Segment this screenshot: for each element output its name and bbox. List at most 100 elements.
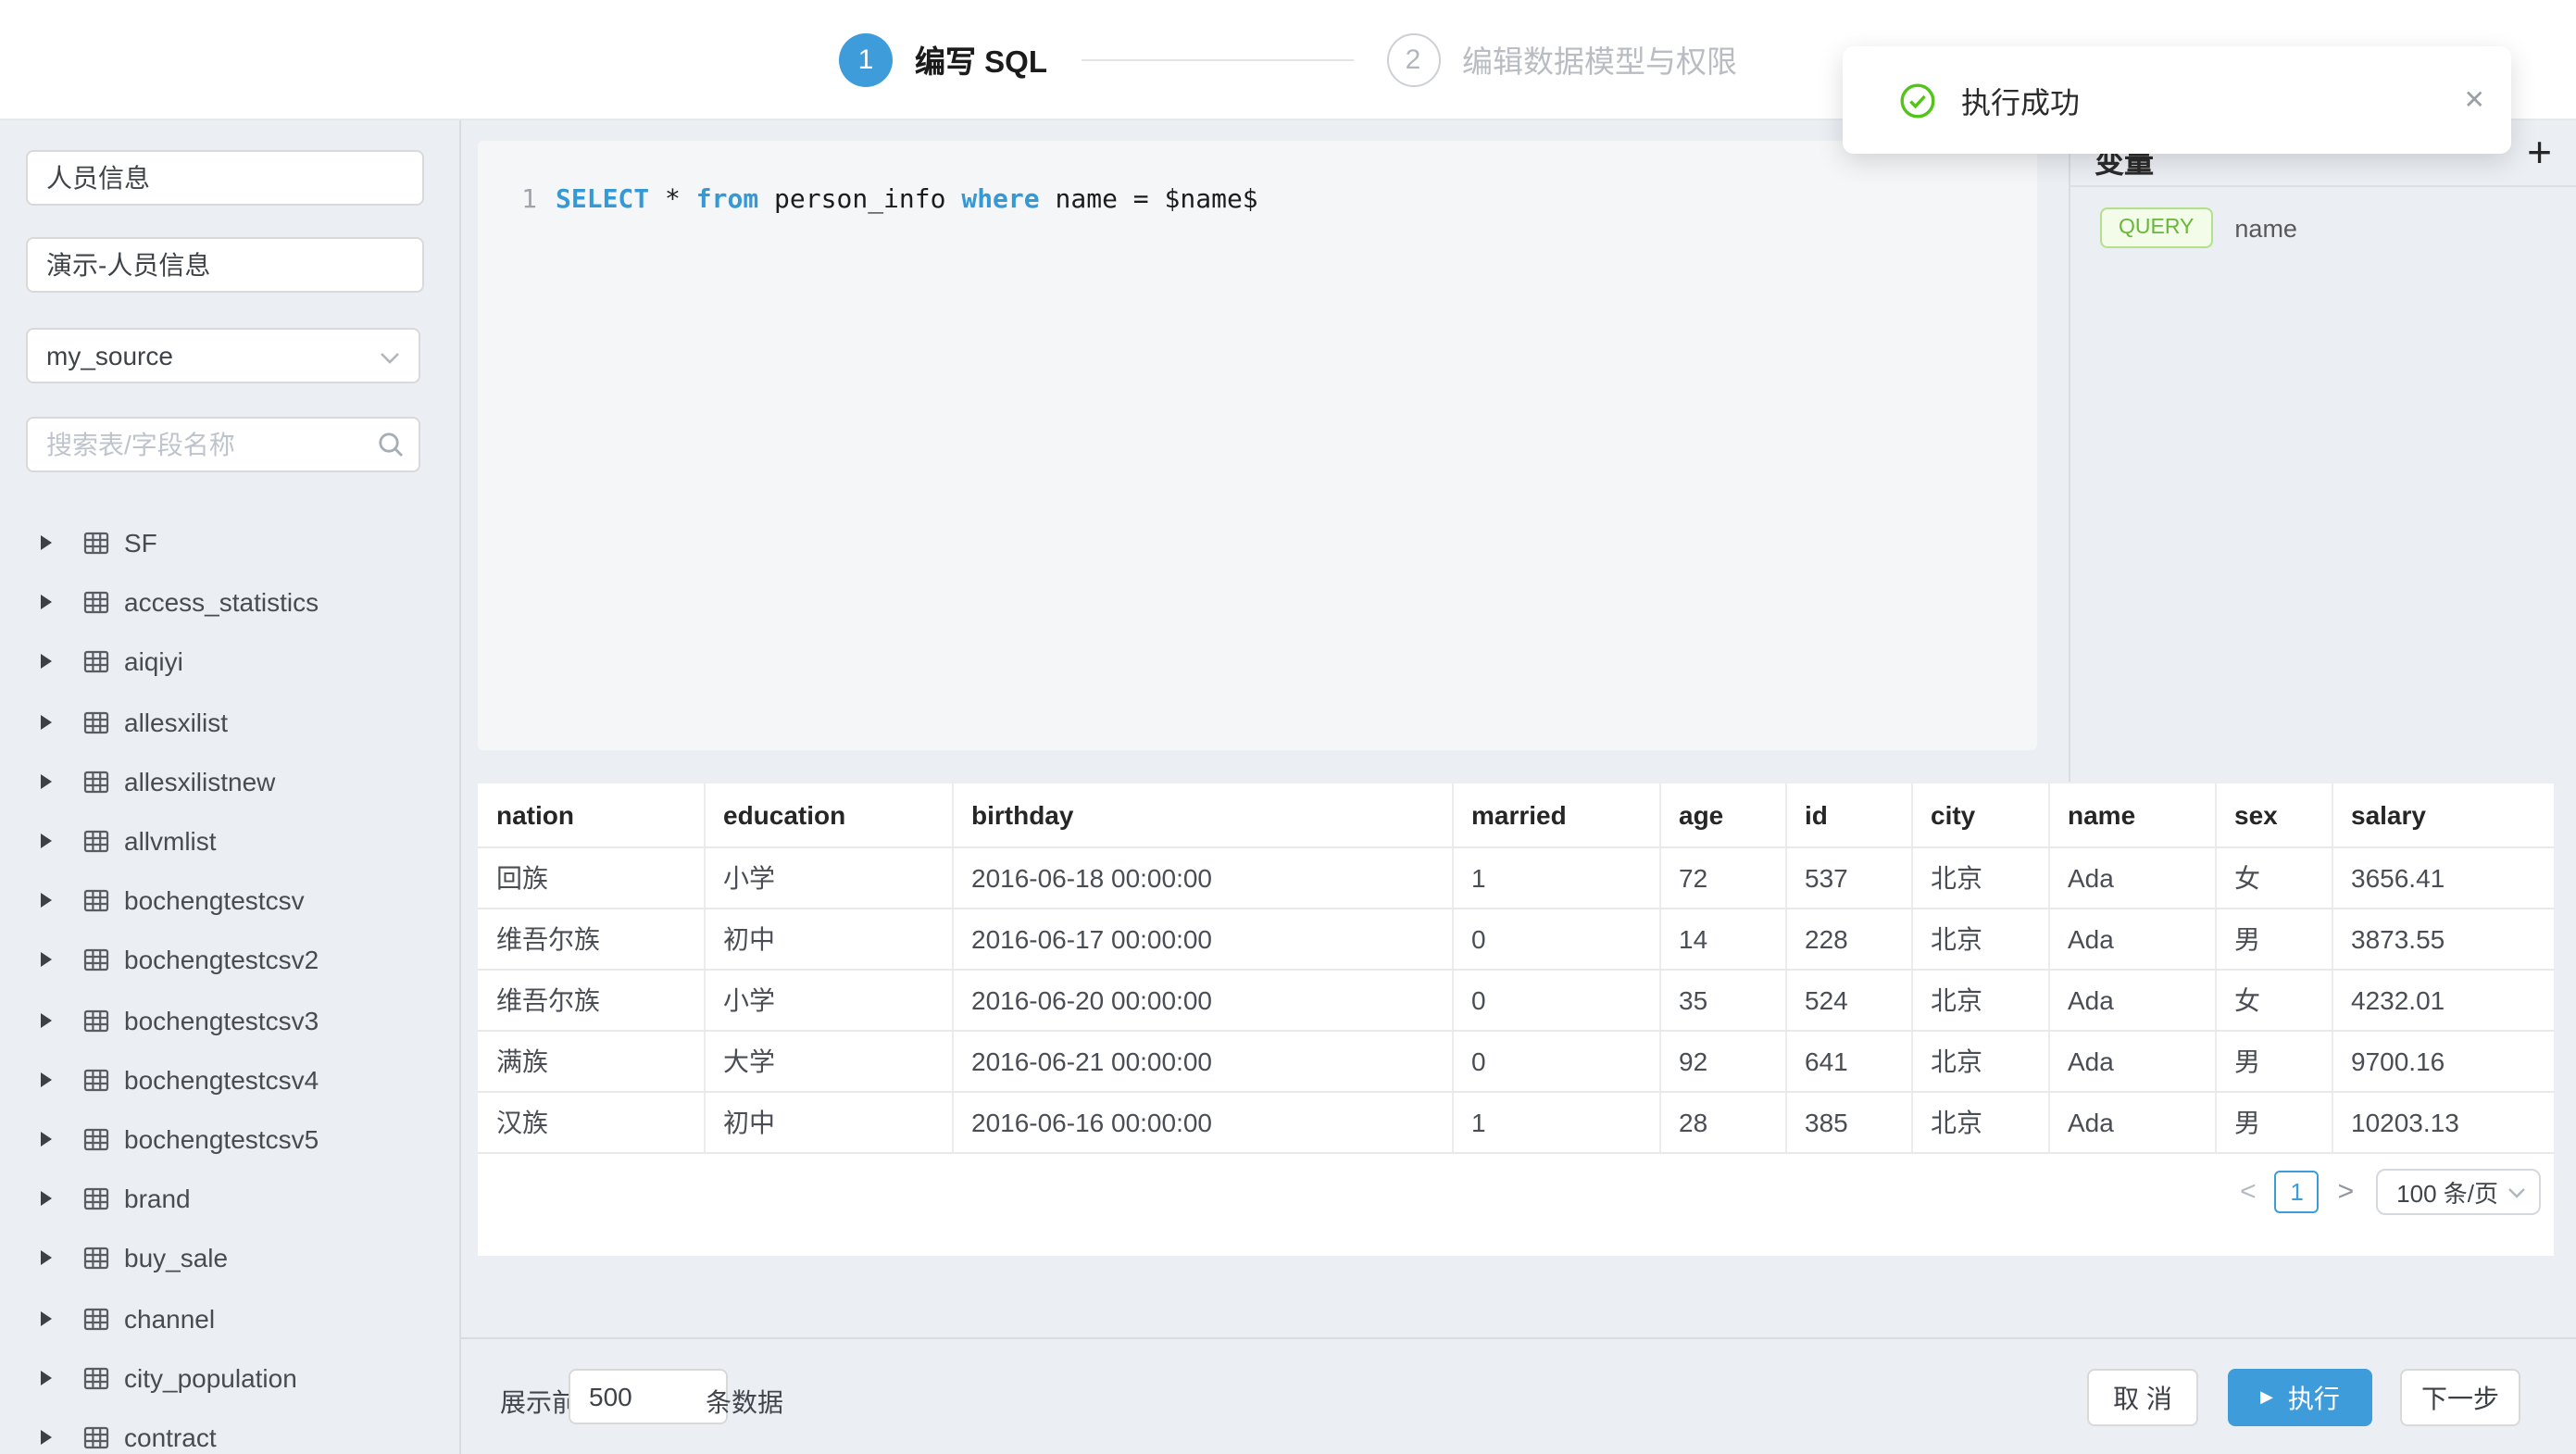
sql-editor[interactable]: 1 SELECT * from person_info where name =… [478, 141, 2037, 750]
table-cell: Ada [2048, 909, 2215, 970]
current-page-button[interactable]: 1 [2275, 1171, 2320, 1213]
sidebar-item-allesxilistnew[interactable]: allesxilistnew [0, 752, 459, 811]
expand-caret-icon[interactable] [41, 655, 52, 670]
sidebar-item-bochengtestcsv4[interactable]: bochengtestcsv4 [0, 1049, 459, 1109]
expand-caret-icon[interactable] [41, 1012, 52, 1027]
chevron-down-icon [380, 352, 400, 365]
success-toast: 执行成功 ✕ [1843, 46, 2511, 154]
prev-page-button[interactable]: < [2240, 1176, 2257, 1208]
table-icon [83, 947, 109, 973]
table-cell: 35 [1659, 970, 1785, 1031]
run-button[interactable]: ▶ 执行 [2228, 1369, 2372, 1426]
table-tree: SFaccess_statisticsaiqiyi allesxilist alle… [0, 513, 459, 1454]
table-cell: 小学 [704, 970, 952, 1031]
table-cell: 男 [2215, 1092, 2332, 1153]
table-icon [83, 1007, 109, 1033]
table-name: allesxilist [124, 707, 228, 736]
dataset-display-name-input[interactable] [26, 237, 424, 293]
table-icon [83, 1126, 109, 1152]
table-icon [83, 769, 109, 795]
table-icon [83, 1185, 109, 1211]
datasource-select[interactable]: my_source [26, 328, 420, 383]
expand-caret-icon[interactable] [41, 1132, 52, 1147]
table-cell: 2016-06-17 00:00:00 [952, 909, 1452, 970]
table-cell: 北京 [1911, 909, 2048, 970]
sql-code: SELECT * from person_info where name = $… [556, 185, 1258, 215]
sidebar-item-SF[interactable]: SF [0, 513, 459, 572]
dataset-name-input[interactable] [26, 150, 424, 206]
expand-caret-icon[interactable] [41, 1310, 52, 1325]
sidebar-item-bochengtestcsv3[interactable]: bochengtestcsv3 [0, 990, 459, 1049]
table-name: allvmlist [124, 826, 217, 856]
sidebar-item-buy_sale[interactable]: buy_sale [0, 1229, 459, 1288]
column-header-name: name [2048, 783, 2215, 847]
sidebar-item-brand[interactable]: brand [0, 1169, 459, 1228]
table-cell: 2016-06-21 00:00:00 [952, 1031, 1452, 1092]
table-name: allesxilistnew [124, 767, 275, 796]
table-name: bochengtestcsv5 [124, 1124, 319, 1154]
next-step-button[interactable]: 下一步 [2400, 1369, 2520, 1426]
table-cell: 回族 [478, 847, 704, 909]
step-2-circle: 2 [1386, 32, 1440, 86]
expand-caret-icon[interactable] [41, 1251, 52, 1266]
sidebar-item-allesxilist[interactable]: allesxilist [0, 692, 459, 751]
table-cell: Ada [2048, 1092, 2215, 1153]
search-input[interactable] [26, 417, 420, 472]
column-header-sex: sex [2215, 783, 2332, 847]
variable-item[interactable]: QUERY name [2100, 207, 2297, 248]
toast-close-icon[interactable]: ✕ [2464, 84, 2485, 116]
sidebar-item-access_statistics[interactable]: access_statistics [0, 572, 459, 632]
column-header-city: city [1911, 783, 2048, 847]
table-cell: 北京 [1911, 1092, 2048, 1153]
expand-caret-icon[interactable] [41, 1072, 52, 1087]
next-page-button[interactable]: > [2338, 1176, 2355, 1208]
expand-caret-icon[interactable] [41, 1370, 52, 1385]
step-2[interactable]: 2 编辑数据模型与权限 [1386, 32, 1737, 86]
expand-caret-icon[interactable] [41, 1191, 52, 1206]
table-name: aiqiyi [124, 647, 183, 677]
line-number: 1 [478, 185, 537, 215]
column-header-salary: salary [2332, 783, 2554, 847]
table-cell: 92 [1659, 1031, 1785, 1092]
row-limit-input[interactable] [569, 1369, 728, 1424]
page-size-select[interactable]: 100 条/页 [2376, 1169, 2541, 1215]
expand-caret-icon[interactable] [41, 774, 52, 789]
expand-caret-icon[interactable] [41, 893, 52, 908]
expand-caret-icon[interactable] [41, 953, 52, 968]
table-icon [83, 1364, 109, 1390]
table-icon [83, 649, 109, 675]
sidebar-item-allvmlist[interactable]: allvmlist [0, 811, 459, 871]
cancel-button[interactable]: 取 消 [2087, 1369, 2198, 1426]
table-name: brand [124, 1184, 191, 1213]
table-name: channel [124, 1303, 215, 1333]
expand-caret-icon[interactable] [41, 834, 52, 848]
add-variable-button[interactable]: + [2527, 126, 2552, 178]
sidebar-item-channel[interactable]: channel [0, 1288, 459, 1347]
sidebar-item-bochengtestcsv2[interactable]: bochengtestcsv2 [0, 931, 459, 990]
sidebar-item-city_population[interactable]: city_population [0, 1347, 459, 1407]
column-header-nation: nation [478, 783, 704, 847]
expand-caret-icon[interactable] [41, 535, 52, 550]
sidebar-item-contract[interactable]: contract [0, 1408, 459, 1454]
stepper-connector [1081, 58, 1353, 60]
table-cell: 2016-06-20 00:00:00 [952, 970, 1452, 1031]
expand-caret-icon[interactable] [41, 595, 52, 610]
table-row: 汉族初中2016-06-16 00:00:00128385北京Ada男10203… [478, 1092, 2554, 1153]
sidebar-item-bochengtestcsv5[interactable]: bochengtestcsv5 [0, 1109, 459, 1169]
expand-caret-icon[interactable] [41, 714, 52, 729]
table-cell: 3873.55 [2332, 909, 2554, 970]
sidebar-item-bochengtestcsv[interactable]: bochengtestcsv [0, 871, 459, 930]
expand-caret-icon[interactable] [41, 1430, 52, 1445]
table-cell: 北京 [1911, 1031, 2048, 1092]
sidebar-item-aiqiyi[interactable]: aiqiyi [0, 633, 459, 692]
search-icon [376, 430, 406, 459]
table-cell: 2016-06-18 00:00:00 [952, 847, 1452, 909]
table-cell: 10203.13 [2332, 1092, 2554, 1153]
table-name: city_population [124, 1362, 297, 1392]
step-2-label: 编辑数据模型与权限 [1462, 37, 1737, 81]
footer-divider [461, 1337, 2576, 1339]
table-cell: Ada [2048, 970, 2215, 1031]
table-cell: Ada [2048, 1031, 2215, 1092]
step-1[interactable]: 1 编写 SQL [839, 32, 1047, 86]
table-cell: 女 [2215, 847, 2332, 909]
